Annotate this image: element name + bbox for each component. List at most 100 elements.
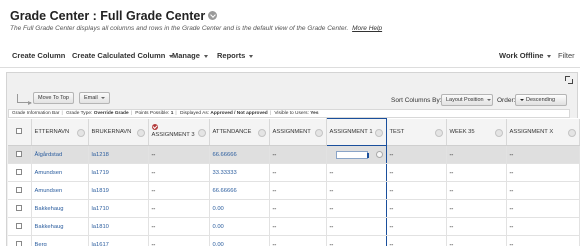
column-menu-icon[interactable] [494,128,503,137]
cell-week-35[interactable]: -- [446,235,507,246]
column-menu-icon[interactable] [434,128,443,137]
cell-etternavn[interactable]: Amundsen [31,163,89,182]
cell-brukernavn[interactable]: la1710 [88,199,149,218]
cell-attendance[interactable]: 0.00 [209,217,270,236]
cell-etternavn[interactable]: Berg [31,235,89,246]
cell-attendance[interactable]: 66.66666 [209,145,270,164]
title-menu-chevron-icon[interactable] [208,11,218,21]
cell-etternavn[interactable]: Bakkehaug [31,217,89,236]
cell-week-35[interactable]: -- [446,181,507,200]
cell-assignment-1[interactable]: -- [325,199,387,218]
cell-assignment[interactable]: -- [269,145,327,164]
select-all-checkbox[interactable] [16,128,23,135]
cell-test[interactable]: -- [386,181,447,200]
cell-assignment-1[interactable]: -- [325,163,387,182]
cell-attendance[interactable]: 0.00 [209,235,270,246]
cell-test[interactable]: -- [386,235,447,246]
cell-assignment-x[interactable]: -- [506,235,580,246]
column-header-assignment-x[interactable]: ASSIGNMENT X [506,118,580,146]
cell-assignment-3[interactable]: -- [148,163,210,182]
row-checkbox[interactable] [16,169,23,176]
column-menu-icon[interactable] [314,128,323,137]
cell-assignment-1[interactable]: -- [325,235,387,246]
cell-brukernavn[interactable]: la1819 [88,181,149,200]
column-header-brukernavn[interactable]: BRUKERNAVN [88,118,149,146]
order-select[interactable]: Descending [515,94,567,106]
column-header-etternavn[interactable]: ETTERNAVN [31,118,89,146]
cell-week-35[interactable]: -- [446,199,507,218]
table-row: Berg la1617 -- 0.00 -- -- -- -- -- [8,235,580,246]
cell-etternavn[interactable]: Amundsen [31,181,89,200]
cell-etternavn[interactable]: Ålgårdstad [31,145,89,164]
cell-test[interactable]: -- [386,217,447,236]
column-menu-icon[interactable] [374,129,383,137]
cell-attendance[interactable]: 66.66666 [209,181,270,200]
cell-assignment-3[interactable]: -- [148,181,210,200]
expand-icon[interactable] [565,76,573,84]
column-menu-icon[interactable] [567,128,576,137]
cell-attendance[interactable]: 33.33333 [209,163,270,182]
cell-assignment-1[interactable]: -- [325,217,387,236]
cell-assignment-x[interactable]: -- [506,145,580,164]
cell-test[interactable]: -- [386,199,447,218]
grade-type-label: Grade Type: [66,111,93,116]
cell-assignment-x[interactable]: -- [506,217,580,236]
cell-brukernavn[interactable]: la1719 [88,163,149,182]
filter-button[interactable]: Filter [558,51,575,60]
email-menu-button[interactable]: Email [79,92,110,104]
cell-assignment-x[interactable]: -- [506,181,580,200]
cell-assignment-3[interactable]: -- [148,217,210,236]
cell-action-icon[interactable] [375,151,383,158]
cell-test[interactable]: -- [386,163,447,182]
cell-assignment-1-editing[interactable] [325,145,387,164]
cell-attendance[interactable]: 0.00 [209,199,270,218]
cell-week-35[interactable]: -- [446,145,507,164]
column-menu-icon[interactable] [136,128,145,137]
filter-label: Filter [558,51,575,60]
cell-assignment-3[interactable]: -- [148,199,210,218]
row-checkbox[interactable] [16,223,23,230]
cell-test[interactable]: -- [386,145,447,164]
column-menu-icon[interactable] [76,128,85,137]
row-checkbox[interactable] [16,151,23,158]
column-header-assignment-1[interactable]: ASSIGNMENT 1 [325,118,387,146]
cell-brukernavn[interactable]: la1810 [88,217,149,236]
row-checkbox[interactable] [16,205,23,212]
chevron-down-icon [520,98,524,101]
cell-assignment[interactable]: -- [269,181,327,200]
cell-assignment-3[interactable]: -- [148,235,210,246]
cell-assignment[interactable]: -- [269,163,327,182]
cell-assignment-x[interactable]: -- [506,199,580,218]
cell-brukernavn[interactable]: la1617 [88,235,149,246]
column-header-attendance[interactable]: ATTENDANCE [209,118,270,146]
cell-week-35[interactable]: -- [446,217,507,236]
row-checkbox[interactable] [16,187,23,194]
grade-edit-input[interactable] [335,150,369,159]
page-description-text: The Full Grade Center displays all colum… [10,25,349,32]
cell-brukernavn[interactable]: la1218 [88,145,149,164]
cell-assignment-3[interactable]: -- [148,145,210,164]
create-calculated-column-menu[interactable]: Create Calculated Column [72,51,174,60]
more-help-link[interactable]: More Help [352,25,382,32]
move-to-top-button[interactable]: Move To Top [33,92,74,104]
column-header-assignment[interactable]: ASSIGNMENT [269,118,327,146]
cell-assignment[interactable]: -- [269,199,327,218]
cell-assignment[interactable]: -- [269,235,327,246]
cell-etternavn[interactable]: Bakkehaug [31,199,89,218]
column-header-week-35[interactable]: WEEK 35 [446,118,507,146]
sort-columns-select[interactable]: Layout Position [441,94,493,106]
column-header-test[interactable]: TEST [386,118,447,146]
cell-week-35[interactable]: -- [446,163,507,182]
manage-menu[interactable]: Manage [172,51,208,60]
cell-assignment[interactable]: -- [269,217,327,236]
column-menu-icon[interactable] [257,128,266,137]
cell-assignment-1[interactable]: -- [325,181,387,200]
reports-menu[interactable]: Reports [217,51,254,60]
column-menu-icon[interactable] [197,128,206,137]
work-offline-menu[interactable]: Work Offline [499,51,552,60]
page-title-text: Grade Center : Full Grade Center [10,9,206,23]
row-checkbox[interactable] [16,241,23,246]
create-column-button[interactable]: Create Column [12,51,65,60]
cell-assignment-x[interactable]: -- [506,163,580,182]
column-header-assignment-3[interactable]: ASSIGNMENT 3 [148,118,210,146]
